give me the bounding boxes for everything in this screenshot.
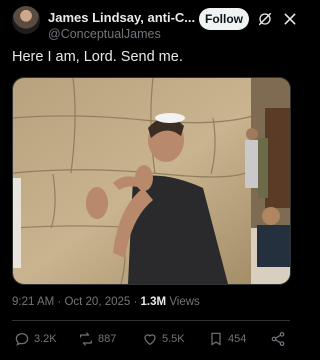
- divider: [12, 320, 290, 321]
- author-handle[interactable]: @ConceptualJames: [48, 27, 161, 41]
- bookmark-button[interactable]: 454: [208, 331, 246, 347]
- post-photo[interactable]: [12, 77, 291, 285]
- views-label: Views: [169, 296, 200, 308]
- meta-separator: ·: [133, 296, 141, 308]
- repost-button[interactable]: 887: [78, 331, 116, 347]
- heart-icon: [144, 334, 156, 345]
- grok-icon[interactable]: [257, 11, 273, 27]
- reply-button[interactable]: 3.2K: [14, 331, 57, 347]
- reply-count: 3.2K: [34, 333, 57, 345]
- post-header: James Lindsay, anti-C... @ConceptualJame…: [12, 6, 296, 42]
- share-icon: [271, 332, 285, 346]
- follow-button[interactable]: Follow: [199, 8, 249, 30]
- close-icon[interactable]: [282, 11, 298, 27]
- post-time[interactable]: 9:21 AM: [12, 296, 54, 308]
- author-display-name[interactable]: James Lindsay, anti-C...: [48, 10, 195, 25]
- bookmark-icon: [211, 332, 221, 346]
- post-date[interactable]: Oct 20, 2025: [64, 296, 130, 308]
- bookmark-count: 454: [228, 333, 247, 345]
- avatar[interactable]: [12, 6, 40, 34]
- post-metadata: 9:21 AM · Oct 20, 2025 · 1.3M Views: [12, 296, 200, 308]
- action-bar: 3.2K 887 5.5K 454: [14, 331, 290, 351]
- author-name-row: James Lindsay, anti-C...: [48, 9, 211, 25]
- repost-count: 887: [98, 333, 117, 345]
- like-count: 5.5K: [162, 333, 185, 345]
- western-wall-photo: [13, 78, 290, 284]
- post-text: Here I am, Lord. Send me.: [12, 49, 183, 65]
- like-button[interactable]: 5.5K: [142, 331, 185, 347]
- reply-icon: [15, 333, 29, 346]
- repost-icon: [80, 332, 92, 346]
- views-count: 1.3M: [140, 296, 167, 308]
- share-button[interactable]: [270, 331, 290, 347]
